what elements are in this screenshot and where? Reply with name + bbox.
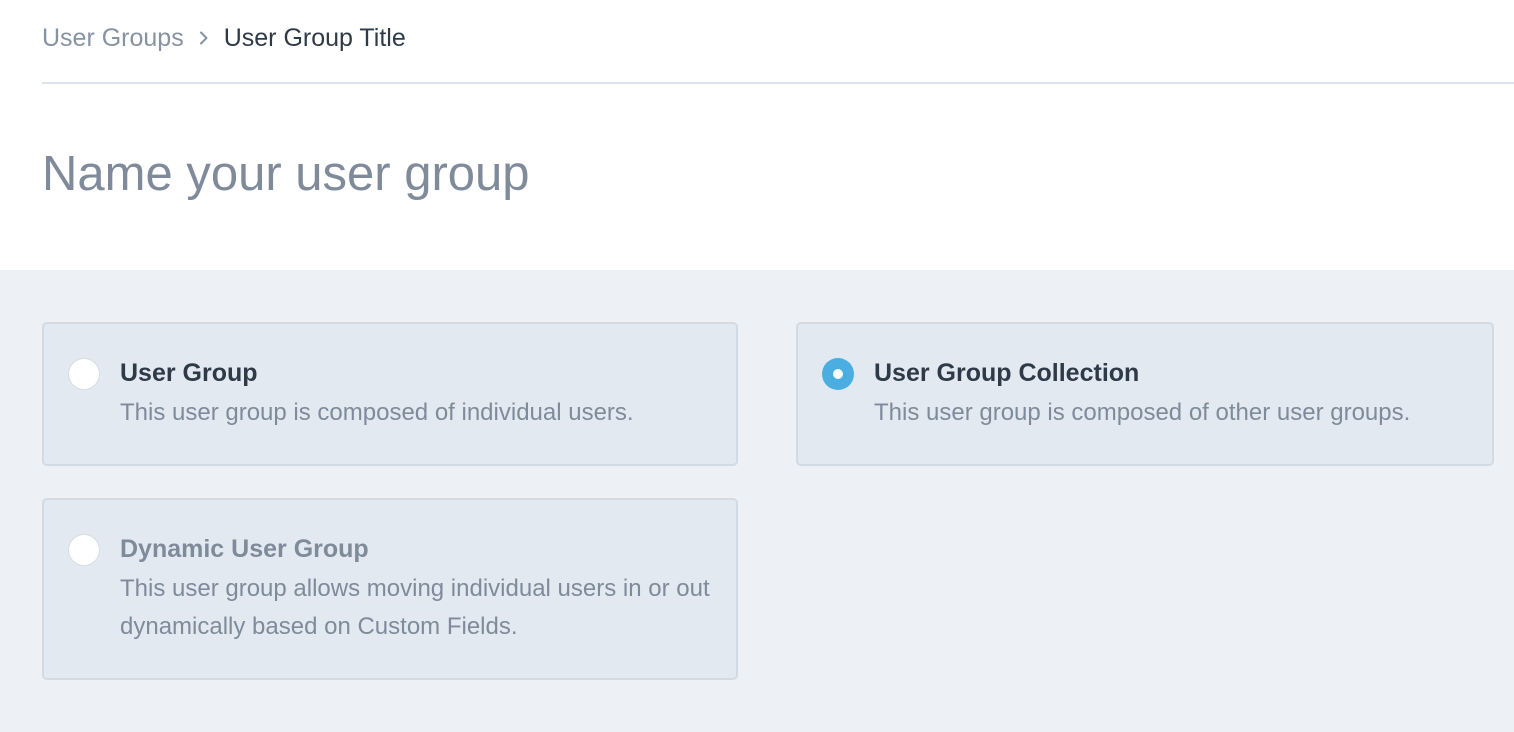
option-user-group-text: User Group This user group is composed o… [120, 356, 710, 432]
page: User Groups User Group Title Name your u… [0, 0, 1514, 732]
option-user-group-collection-text: User Group Collection This user group is… [874, 356, 1464, 432]
group-type-options: User Group This user group is composed o… [0, 270, 1514, 732]
option-dynamic-user-group-text: Dynamic User Group This user group allow… [120, 532, 710, 646]
option-dynamic-user-group[interactable]: Dynamic User Group This user group allow… [42, 498, 738, 680]
radio-user-group[interactable] [68, 358, 100, 390]
option-description: This user group is composed of other use… [874, 399, 1411, 426]
radio-dynamic-user-group[interactable] [68, 534, 100, 566]
chevron-right-icon [184, 22, 224, 54]
breadcrumb-current: User Group Title [223, 24, 406, 52]
header: User Groups User Group Title [0, 0, 1514, 82]
option-user-group[interactable]: User Group This user group is composed o… [42, 322, 738, 466]
option-user-group-collection[interactable]: User Group Collection This user group is… [796, 322, 1494, 466]
option-title: User Group [120, 359, 258, 387]
option-description: This user group allows moving individual… [120, 575, 710, 640]
option-title: Dynamic User Group [120, 535, 369, 563]
breadcrumb: User Groups User Group Title [42, 22, 406, 54]
option-description: This user group is composed of individua… [120, 399, 634, 426]
breadcrumb-link-user-groups[interactable]: User Groups [42, 22, 184, 54]
title-section: Name your user group [0, 84, 1514, 270]
option-title: User Group Collection [874, 359, 1140, 387]
page-title[interactable]: Name your user group [42, 144, 530, 204]
radio-user-group-collection[interactable] [822, 358, 854, 390]
